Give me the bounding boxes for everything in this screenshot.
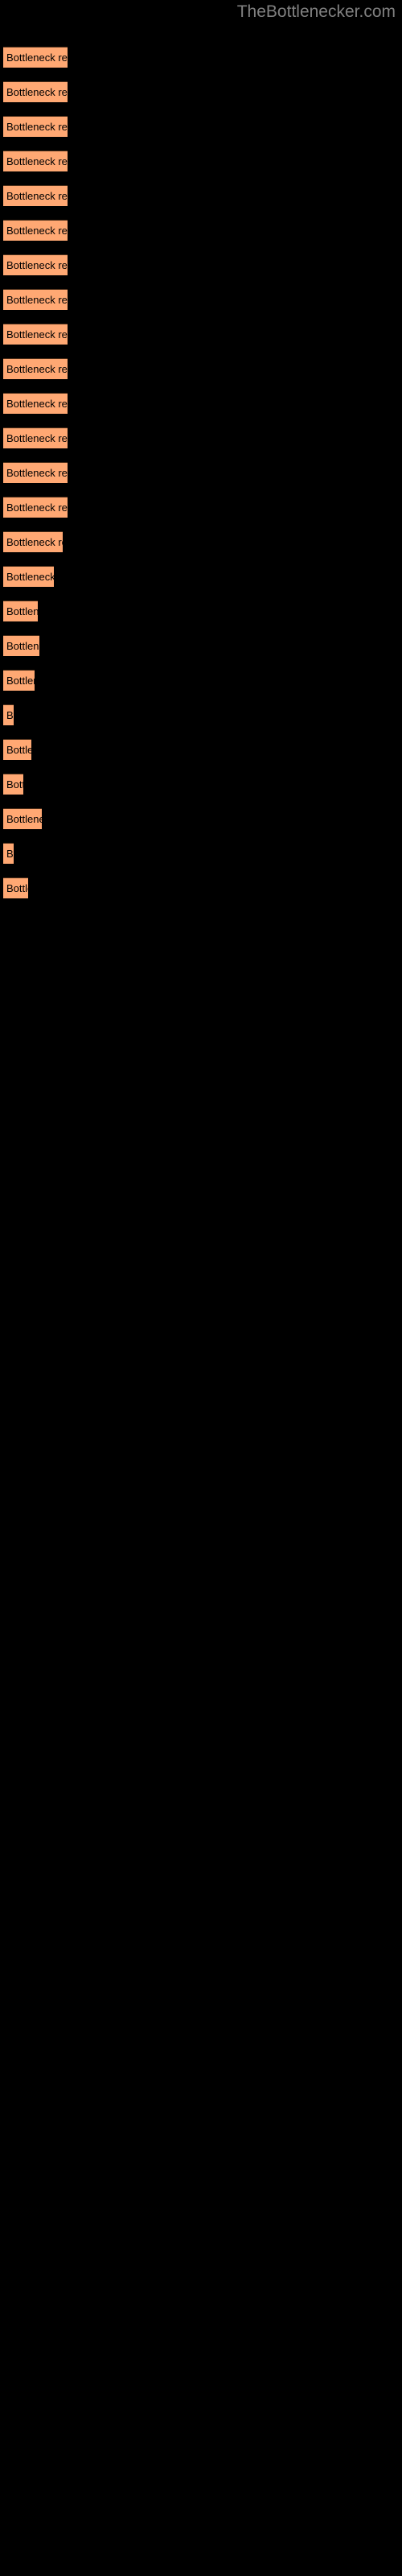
bar-label: Bottleneck result (6, 225, 68, 237)
bar[interactable]: Bottleneck result (3, 462, 68, 483)
bar-label: Bottleneck result (6, 363, 68, 375)
bar-label: Bottleneck result (6, 294, 68, 306)
bars-container: Bottleneck result Bottleneck result Bottle… (0, 0, 402, 2576)
bar[interactable]: Bottleneck result (3, 566, 54, 587)
bar-label: Bottleneck result (6, 328, 68, 341)
bar[interactable]: Bottleneck result (3, 185, 68, 206)
bar[interactable]: Bottleneck result (3, 324, 68, 345)
bar[interactable]: Bottleneck result (3, 497, 68, 518)
bar[interactable]: Bottleneck result (3, 670, 35, 691)
bar[interactable]: Bottleneck result (3, 774, 23, 795)
bar-label: Bottleneck result (6, 398, 68, 410)
bar[interactable]: Bottleneck result (3, 393, 68, 414)
bar[interactable]: Bottleneck result (3, 635, 39, 656)
bottleneck-bar-chart: TheBottlenecker.com Bottleneck resultBot… (0, 0, 402, 2576)
bar-label: Bottleneck result (6, 86, 68, 98)
bar[interactable]: Bottleneck result (3, 808, 42, 829)
bar[interactable]: Bottleneck result (3, 358, 68, 379)
bar[interactable]: Bottleneck result (3, 47, 68, 68)
bar-label: Bottleneck result (6, 155, 68, 167)
bar[interactable]: Bottleneck result (3, 81, 68, 102)
bar-label: Bottleneck result (6, 709, 14, 721)
bar-label: Bottleneck result (6, 640, 39, 652)
bar-label: Bottleneck result (6, 744, 31, 756)
bar-label: Bottleneck result (6, 121, 68, 133)
bar-label: Bottleneck result (6, 882, 28, 894)
bar-label: Bottleneck result (6, 571, 54, 583)
bar[interactable]: Bottleneck result (3, 289, 68, 310)
bar-label: Bottleneck result (6, 467, 68, 479)
bar[interactable]: Bottleneck result (3, 877, 28, 898)
bar-label: Bottleneck result (6, 778, 23, 791)
bar-label: Bottleneck result (6, 848, 14, 860)
bar-label: Bottleneck result (6, 813, 42, 825)
bar[interactable]: Bottleneck result (3, 151, 68, 171)
bar[interactable]: Bottleneck result (3, 704, 14, 725)
bar[interactable]: Bottleneck result (3, 220, 68, 241)
bar[interactable]: Bottleneck result (3, 254, 68, 275)
bar[interactable]: Bottleneck result (3, 843, 14, 864)
bar-label: Bottleneck result (6, 52, 68, 64)
bar[interactable]: Bottleneck result (3, 531, 63, 552)
bar-label: Bottleneck result (6, 502, 68, 514)
bar-label: Bottleneck result (6, 675, 35, 687)
bar-label: Bottleneck result (6, 190, 68, 202)
bar-label: Bottleneck result (6, 536, 63, 548)
bar-label: Bottleneck result (6, 259, 68, 271)
bar-label: Bottleneck result (6, 432, 68, 444)
bar[interactable]: Bottleneck result (3, 427, 68, 448)
bar-label: Bottleneck result (6, 605, 38, 617)
bar[interactable]: Bottleneck result (3, 601, 38, 621)
bar[interactable]: Bottleneck result (3, 739, 31, 760)
bar[interactable]: Bottleneck result (3, 116, 68, 137)
